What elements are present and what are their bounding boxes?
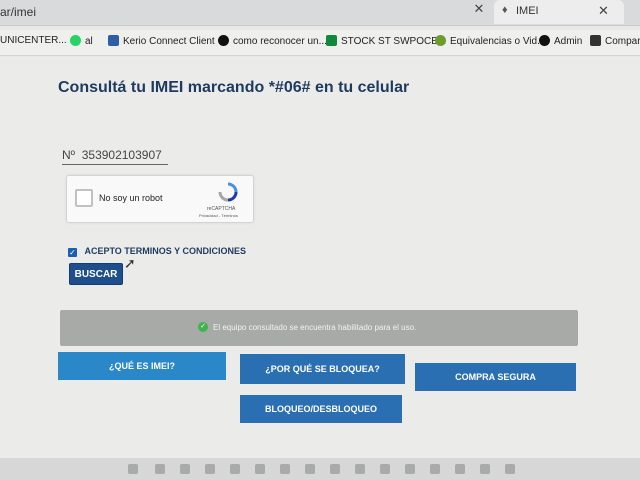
search-button[interactable]: BUSCAR <box>69 263 123 285</box>
safe-purchase-button[interactable]: COMPRA SEGURA <box>415 363 576 391</box>
mouse-cursor-icon: ➚ <box>124 255 136 271</box>
status-message: El equipo consultado se encuentra habili… <box>213 323 417 332</box>
bookmarks-bar: UNICENTER... al Kerio Connect Client com… <box>0 30 640 56</box>
recaptcha-checkbox[interactable] <box>75 189 93 207</box>
whatsapp-icon <box>70 35 81 46</box>
terms-row[interactable]: ✓ ACEPTO TERMINOS Y CONDICIONES <box>68 241 246 257</box>
app-icon[interactable] <box>255 464 265 474</box>
bookmark-whatsapp[interactable]: al <box>70 35 93 47</box>
why-blocked-button[interactable]: ¿POR QUÉ SE BLOQUEA? <box>240 354 405 384</box>
close-tab-icon[interactable]: ✕ <box>598 3 609 19</box>
sheets-icon <box>326 35 337 46</box>
start-icon[interactable] <box>128 464 138 474</box>
kerio-icon <box>108 35 119 46</box>
app-icon[interactable] <box>355 464 365 474</box>
bookmark-admin[interactable]: Admin <box>539 35 582 47</box>
block-unblock-button[interactable]: BLOQUEO/DESBLOQUEO <box>240 395 402 423</box>
bookmark-unicenter[interactable]: UNICENTER... <box>0 35 67 46</box>
bookmark-icon <box>590 35 601 46</box>
app-icon[interactable] <box>305 464 315 474</box>
app-icon[interactable] <box>505 464 515 474</box>
github-icon <box>539 35 550 46</box>
tab-title: IMEI <box>516 5 539 17</box>
app-icon[interactable] <box>330 464 340 474</box>
tab-imei[interactable]: ♦ IMEI ✕ <box>494 0 624 24</box>
bookmark-kerio[interactable]: Kerio Connect Client <box>108 35 215 47</box>
address-bar-url[interactable]: ar/imei <box>0 5 36 19</box>
terms-checkbox[interactable]: ✓ <box>68 248 77 257</box>
what-is-imei-button[interactable]: ¿QUÉ ES IMEI? <box>58 352 226 380</box>
check-circle-icon: ✓ <box>198 322 208 332</box>
site-favicon-icon: ♦ <box>502 4 508 16</box>
app-icon[interactable] <box>455 464 465 474</box>
bookmark-como-reconocer[interactable]: como reconocer un... <box>218 35 327 47</box>
recaptcha-brand: reCAPTCHA <box>207 206 236 212</box>
recaptcha-links[interactable]: Privacidad - Términos <box>199 213 238 218</box>
recaptcha-widget: No soy un robot reCAPTCHA Privacidad - T… <box>66 175 254 223</box>
search-icon[interactable] <box>155 464 165 474</box>
app-icon[interactable] <box>380 464 390 474</box>
app-icon[interactable] <box>280 464 290 474</box>
os-taskbar <box>0 458 640 480</box>
app-icon[interactable] <box>480 464 490 474</box>
page-title: Consultá tu IMEI marcando *#06# en tu ce… <box>58 79 410 96</box>
apple-icon <box>218 35 229 46</box>
close-tab-icon[interactable]: ✕ <box>472 1 486 19</box>
app-icon[interactable] <box>205 464 215 474</box>
recaptcha-label: No soy un robot <box>99 193 163 203</box>
bookmark-compare[interactable]: Compare <box>590 35 640 47</box>
browser-tab-bar: ar/imei ✕ ♦ IMEI ✕ <box>0 0 640 26</box>
web-icon <box>435 35 446 46</box>
terms-label: ACEPTO TERMINOS Y CONDICIONES <box>84 246 246 256</box>
status-message-bar: ✓ El equipo consultado se encuentra habi… <box>60 310 578 346</box>
bookmark-equivalencias[interactable]: Equivalencias o Vid... <box>435 35 545 47</box>
app-icon[interactable] <box>430 464 440 474</box>
bookmark-stock[interactable]: STOCK ST SWPOCE... <box>326 35 446 47</box>
app-icon[interactable] <box>405 464 415 474</box>
imei-input[interactable] <box>62 145 168 165</box>
recaptcha-logo-icon <box>218 182 238 202</box>
app-icon[interactable] <box>230 464 240 474</box>
taskview-icon[interactable] <box>180 464 190 474</box>
imei-page: Consultá tu IMEI marcando *#06# en tu ce… <box>0 57 640 480</box>
